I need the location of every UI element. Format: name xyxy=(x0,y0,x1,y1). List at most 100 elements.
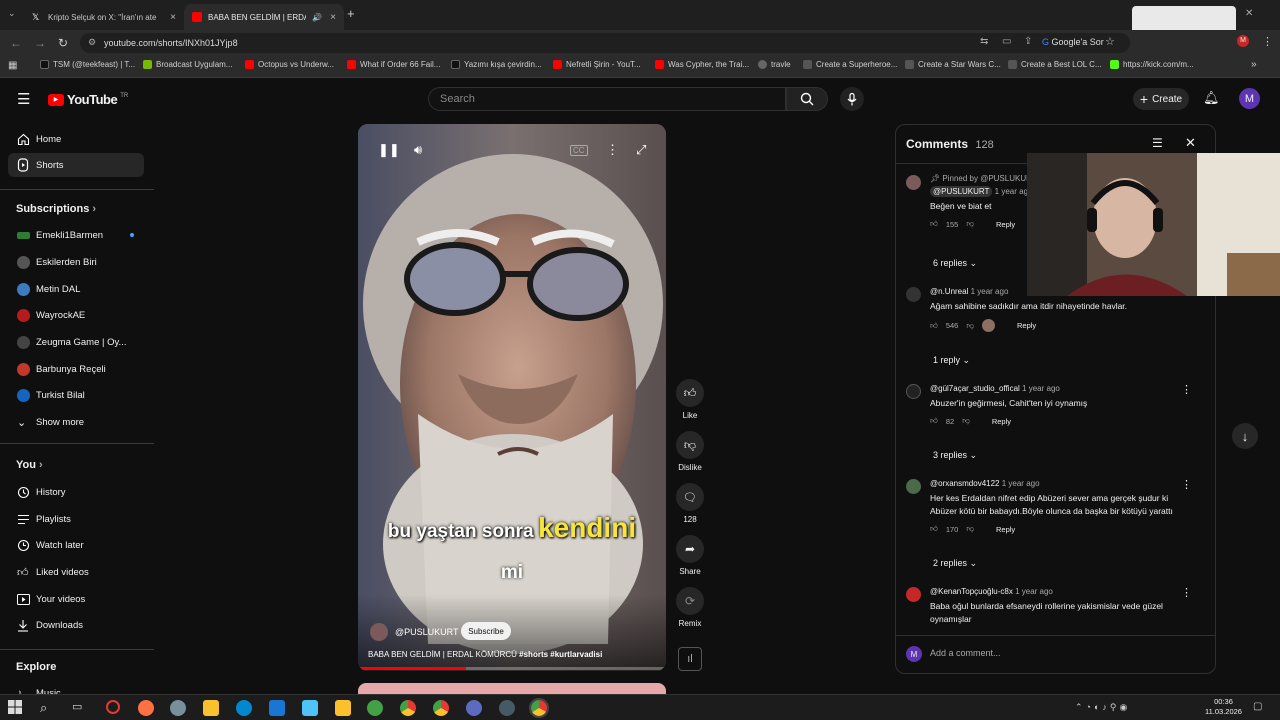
sidebar-item-history[interactable]: History xyxy=(8,480,144,504)
view-replies-button[interactable]: 6 replies ⌄ xyxy=(933,258,977,269)
search-button[interactable] xyxy=(786,87,828,111)
like-action[interactable]: 👍︎ Like xyxy=(676,379,704,420)
bookmark-star-icon[interactable]: ☆ xyxy=(1105,35,1115,48)
sidebar-subscription[interactable]: Emekli1Barmen xyxy=(8,223,144,247)
channel-name[interactable]: @PUSLUKURT xyxy=(395,627,458,637)
captions-button[interactable]: CC xyxy=(570,145,588,156)
system-tray-icons[interactable]: ⌃◔◐♪⚲◉ xyxy=(1075,702,1130,713)
reply-button[interactable]: Reply xyxy=(996,220,1015,229)
more-options-button[interactable]: ⋮ xyxy=(606,142,619,158)
channel-avatar[interactable] xyxy=(370,623,388,641)
voice-search-button[interactable] xyxy=(840,87,864,111)
comment-menu-icon[interactable]: ⋮ xyxy=(1181,383,1192,396)
app-icon[interactable] xyxy=(170,700,186,716)
windows-start-icon[interactable] xyxy=(8,700,24,716)
chrome-icon[interactable] xyxy=(400,700,416,716)
notifications-bell-icon[interactable]: 🔔︎ xyxy=(1203,90,1220,106)
comment-avatar[interactable] xyxy=(906,587,921,602)
sidebar-item-liked-videos[interactable]: 👍︎ Liked videos xyxy=(8,560,144,584)
bookmark-item[interactable]: Yazımı kışa çevirdin... xyxy=(451,60,542,69)
comment-author[interactable]: @orxansmdov4122 xyxy=(930,479,1000,488)
share-action[interactable]: ➦ Share xyxy=(676,535,704,576)
hamburger-menu-icon[interactable]: ☰ xyxy=(17,90,30,108)
more-bookmarks-icon[interactable]: » xyxy=(1251,59,1257,70)
thumbs-up-icon[interactable]: 👍︎ xyxy=(930,416,938,426)
bookmark-item[interactable]: Octopus vs Underw... xyxy=(245,60,334,69)
comment-avatar[interactable] xyxy=(906,287,921,302)
thumbs-up-icon[interactable]: 👍︎ xyxy=(930,219,938,229)
sidebar-subscription[interactable]: WayrockAE xyxy=(8,303,144,327)
comment-author[interactable]: @PUSLUKURT xyxy=(930,186,993,197)
reply-button[interactable]: Reply xyxy=(996,525,1015,534)
tab-kripto[interactable]: 𝕏 Kripto Selçuk on X: "İran'ın ate × xyxy=(24,4,184,30)
dislike-button[interactable]: 👎︎ xyxy=(676,431,704,459)
opera-icon[interactable] xyxy=(106,700,120,714)
chrome-icon[interactable] xyxy=(433,700,449,716)
next-short-preview[interactable] xyxy=(358,683,666,694)
close-window-icon[interactable]: ✕ xyxy=(1245,8,1253,19)
site-info-icon[interactable]: ⚙ xyxy=(88,37,96,48)
clock[interactable]: 00:36 11.03.2026 xyxy=(1205,697,1242,717)
video-progress-bar[interactable] xyxy=(358,667,666,670)
volume-button[interactable]: 🔊︎ xyxy=(414,142,422,158)
bookmark-item[interactable]: What if Order 66 Fail... xyxy=(347,60,440,69)
bookmark-item[interactable]: Create a Best LOL C... xyxy=(1008,60,1102,69)
edge-icon[interactable] xyxy=(236,700,252,716)
audio-icon[interactable]: 🔊 xyxy=(312,13,322,22)
discord-icon[interactable] xyxy=(466,700,482,716)
sidebar-subscription[interactable]: Metin DAL xyxy=(8,277,144,301)
taskbar-search-icon[interactable]: ⌕ xyxy=(40,700,56,716)
thumbs-down-icon[interactable]: 👎︎ xyxy=(966,524,974,534)
apps-grid-icon[interactable]: ▦ xyxy=(8,60,17,71)
thumbs-down-icon[interactable]: 👎︎ xyxy=(962,416,970,426)
task-view-icon[interactable]: ▭ xyxy=(72,700,88,716)
reply-button[interactable]: Reply xyxy=(1017,321,1036,330)
account-avatar[interactable]: M xyxy=(1239,88,1260,109)
comment-menu-icon[interactable]: ⋮ xyxy=(1181,478,1192,491)
comment-author[interactable]: @gül7açar_studio_offical xyxy=(930,384,1020,393)
scroll-down-button[interactable]: ↓ xyxy=(1232,423,1258,449)
reload-icon[interactable]: ↻ xyxy=(58,36,68,50)
sidebar-item-watch-later[interactable]: Watch later xyxy=(8,533,144,557)
app-icon[interactable] xyxy=(499,700,515,716)
close-tab-icon[interactable]: × xyxy=(170,12,176,23)
store-icon[interactable] xyxy=(203,700,219,716)
subscribe-button[interactable]: Subscribe xyxy=(461,622,511,640)
bookmark-item[interactable]: travle xyxy=(758,60,791,69)
remix-button[interactable]: ⟳ xyxy=(676,587,704,615)
profile-avatar[interactable]: M xyxy=(1237,35,1249,47)
cast-icon[interactable]: ▭ xyxy=(1002,36,1011,47)
view-replies-button[interactable]: 2 replies ⌄ xyxy=(933,558,977,569)
sidebar-subscription[interactable]: Eskilerden Biri xyxy=(8,250,144,274)
youtube-logo[interactable]: ▶ YouTube TR xyxy=(48,92,128,107)
share-button[interactable]: ➦ xyxy=(676,535,704,563)
add-comment-input[interactable]: Add a comment... xyxy=(930,648,1001,658)
audio-track-button[interactable]: ıl xyxy=(678,647,702,671)
sort-icon[interactable]: ☰ xyxy=(1152,136,1163,150)
view-replies-button[interactable]: 1 reply ⌄ xyxy=(933,355,970,366)
comment-avatar[interactable] xyxy=(906,175,921,190)
new-tab-button[interactable]: + xyxy=(347,6,355,21)
dislike-action[interactable]: 👎︎ Dislike xyxy=(676,431,704,472)
create-button[interactable]: + Create xyxy=(1133,88,1189,110)
menu-kebab-icon[interactable]: ⋮ xyxy=(1262,35,1273,48)
chrome-active-icon[interactable] xyxy=(529,698,549,718)
bookmark-item[interactable]: Nefretli Şirin - YouT... xyxy=(553,60,641,69)
sidebar-subscription[interactable]: Turkist Bilal xyxy=(8,383,144,407)
comment-avatar[interactable] xyxy=(906,479,921,494)
whatsapp-icon[interactable] xyxy=(367,700,383,716)
share-icon[interactable]: ⇪ xyxy=(1024,36,1032,47)
sidebar-item-home[interactable]: Home xyxy=(8,127,144,151)
comment-author[interactable]: @n.Unreal xyxy=(930,287,968,296)
sidebar-item-shorts[interactable]: Shorts xyxy=(8,153,144,177)
forward-icon[interactable]: → xyxy=(34,36,46,50)
file-explorer-icon[interactable] xyxy=(335,700,351,716)
tab-baba-ben-geldim[interactable]: BABA BEN GELDİM | ERDAL 🔊 × xyxy=(184,4,344,30)
remix-action[interactable]: ⟳ Remix xyxy=(676,587,704,628)
comment-author[interactable]: @KenanTopçuoğlu-c8x xyxy=(930,587,1013,596)
shorts-video-player[interactable]: ❚❚ 🔊︎ CC ⋮ ⤢ bu yaştan sonra kendini mi … xyxy=(358,124,666,671)
video-hashtags[interactable]: #shorts #kurtlarvadisi xyxy=(519,650,602,659)
comment-time[interactable]: 1 year ago xyxy=(1022,384,1060,393)
bookmark-item[interactable]: TSM (@teekfeast) | T... xyxy=(40,60,135,69)
tab-list-icon[interactable]: ⌄ xyxy=(8,8,16,19)
